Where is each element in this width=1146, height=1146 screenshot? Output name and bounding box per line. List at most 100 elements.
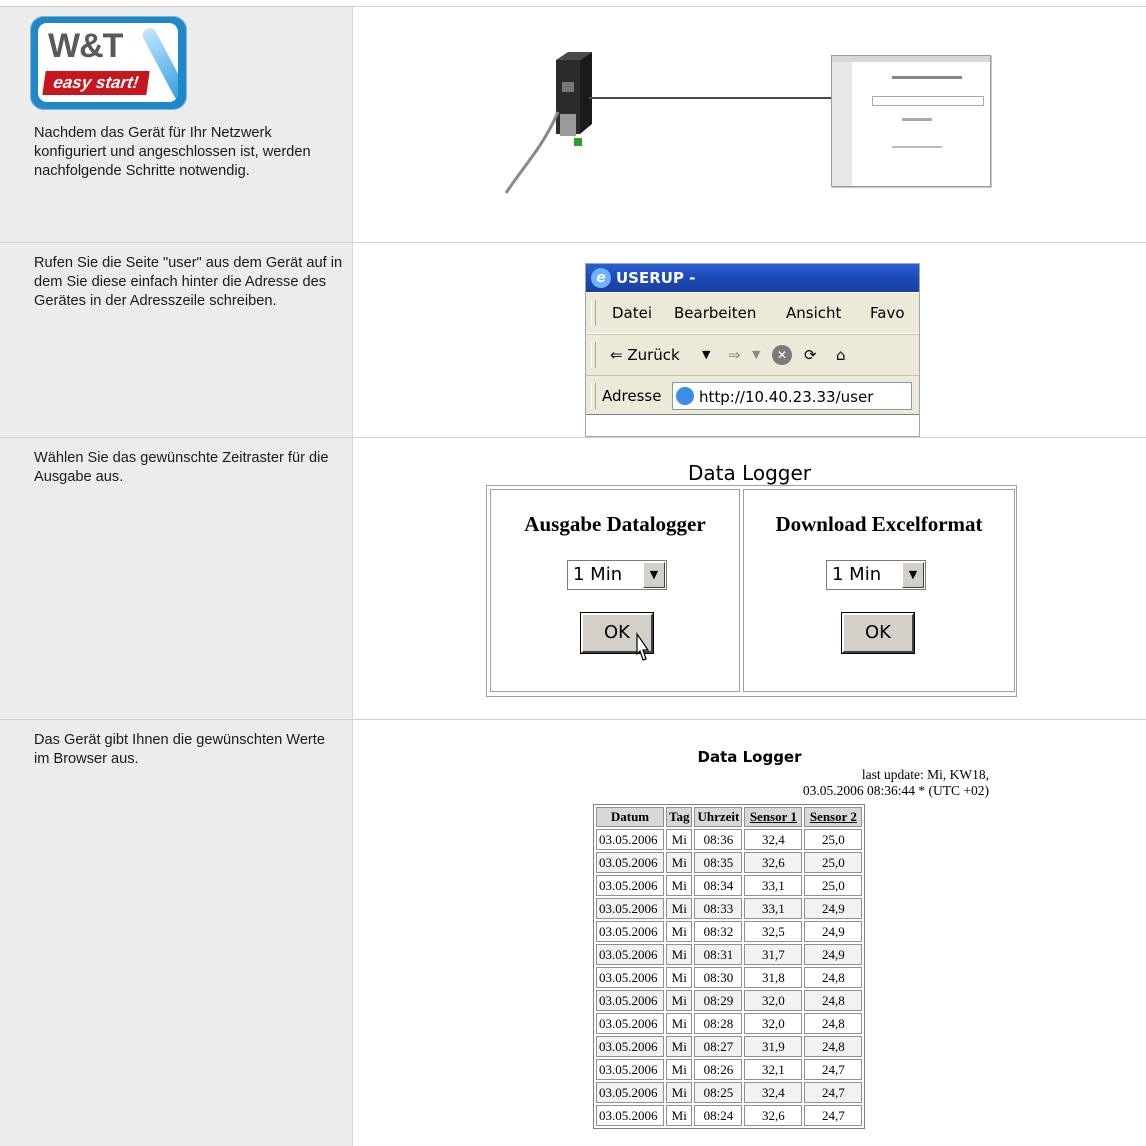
- table-cell: 03.05.2006: [596, 1082, 664, 1103]
- table-cell: Mi: [666, 944, 693, 965]
- column-header-sensor1[interactable]: Sensor 1: [744, 807, 803, 827]
- table-cell: Mi: [666, 852, 693, 873]
- address-label: Adresse: [602, 387, 662, 405]
- dropdown-arrow-icon[interactable]: ▼: [643, 562, 665, 588]
- step-row-4: Das Gerät gibt Ihnen die gewünschten Wer…: [0, 719, 1146, 1146]
- table-cell: 24,7: [804, 1059, 863, 1080]
- instruction-grid: W&T easy start! Nachdem das Gerät für Ih…: [0, 0, 1146, 1146]
- table-cell: 03.05.2006: [596, 898, 664, 919]
- browser-menubar: Datei Bearbeiten Ansicht Favo: [586, 292, 919, 334]
- last-update-label: last update: Mi, KW18,: [861, 767, 989, 782]
- table-cell: 24,9: [804, 944, 863, 965]
- step-illustration-cell: e USERUP - Datei Bearbeiten Ansicht Favo…: [353, 243, 1146, 437]
- table-row: 03.05.2006 Mi 08:31 31,7 24,9: [596, 944, 863, 965]
- forward-arrow-icon[interactable]: ⇒: [728, 335, 741, 375]
- table-cell: 33,1: [744, 875, 803, 896]
- table-cell: 08:27: [694, 1036, 743, 1057]
- step-row-3: Wählen Sie das gewünschte Zeitraster für…: [0, 437, 1146, 719]
- table-cell: 24,8: [804, 967, 863, 988]
- table-cell: 08:29: [694, 990, 743, 1011]
- table-cell: Mi: [666, 967, 693, 988]
- menu-item-bearbeiten[interactable]: Bearbeiten: [674, 293, 756, 333]
- table-cell: 32,5: [744, 921, 803, 942]
- table-cell: 08:26: [694, 1059, 743, 1080]
- table-cell: 08:36: [694, 829, 743, 850]
- browser-content-area: [586, 414, 919, 436]
- browser-toolbar: ⇐ Zurück ▼ ⇒ ▼ ✕ ⟳ ⌂: [586, 334, 919, 375]
- table-cell: 03.05.2006: [596, 1013, 664, 1034]
- table-cell: Mi: [666, 990, 693, 1011]
- panel-heading: Ausgabe Datalogger: [524, 512, 706, 536]
- table-cell: 32,6: [744, 1105, 803, 1126]
- interval-select[interactable]: 1 Min ▼: [826, 560, 926, 590]
- step-description-cell: Das Gerät gibt Ihnen die gewünschten Wer…: [0, 720, 353, 1146]
- table-row: 03.05.2006 Mi 08:34 33,1 25,0: [596, 875, 863, 896]
- table-cell: 03.05.2006: [596, 944, 664, 965]
- address-input[interactable]: http://10.40.23.33/user: [672, 382, 912, 410]
- logo-brand-text: W&T: [48, 27, 123, 65]
- step-text: Das Gerät gibt Ihnen die gewünschten Wer…: [34, 732, 325, 767]
- step-row-1: W&T easy start! Nachdem das Gerät für Ih…: [0, 6, 1146, 242]
- table-cell: 08:35: [694, 852, 743, 873]
- table-row: 03.05.2006 Mi 08:25 32,4 24,7: [596, 1082, 863, 1103]
- table-cell: 25,0: [804, 852, 863, 873]
- table-cell: 24,7: [804, 1082, 863, 1103]
- stop-icon[interactable]: ✕: [772, 345, 792, 365]
- menu-item-favoriten[interactable]: Favo: [870, 293, 905, 333]
- table-cell: 03.05.2006: [596, 967, 664, 988]
- table-cell: 25,0: [804, 875, 863, 896]
- dropdown-arrow-icon[interactable]: ▼: [902, 562, 924, 588]
- table-cell: 03.05.2006: [596, 852, 664, 873]
- panel-heading: Download Excelformat: [775, 512, 983, 536]
- table-cell: 31,9: [744, 1036, 803, 1057]
- table-cell: 32,0: [744, 990, 803, 1011]
- table-cell: Mi: [666, 875, 693, 896]
- back-button[interactable]: ⇐ Zurück: [610, 335, 680, 375]
- cable-line-icon: [504, 111, 560, 194]
- back-dropdown-icon[interactable]: ▼: [702, 335, 710, 375]
- table-row: 03.05.2006 Mi 08:33 33,1 24,9: [596, 898, 863, 919]
- table-cell: Mi: [666, 1082, 693, 1103]
- data-table-body: 03.05.2006 Mi 08:36 32,4 25,0 03.05.2006 Mi 08:…: [596, 829, 863, 1126]
- table-row: 03.05.2006 Mi 08:29 32,0 24,8: [596, 990, 863, 1011]
- forward-dropdown-icon[interactable]: ▼: [752, 335, 760, 375]
- browser-window: e USERUP - Datei Bearbeiten Ansicht Favo…: [585, 263, 920, 437]
- table-cell: 08:24: [694, 1105, 743, 1126]
- download-excel-panel: Download Excelformat 1 Min ▼ OK: [743, 489, 1015, 692]
- step-description-cell: Wählen Sie das gewünschte Zeitraster für…: [0, 438, 353, 719]
- step-text: Rufen Sie die Seite "user" aus dem Gerät…: [34, 255, 343, 309]
- table-cell: 31,8: [744, 967, 803, 988]
- home-icon[interactable]: ⌂: [836, 335, 846, 375]
- refresh-icon[interactable]: ⟳: [804, 335, 817, 375]
- table-row: 03.05.2006 Mi 08:32 32,5 24,9: [596, 921, 863, 942]
- table-cell: 08:25: [694, 1082, 743, 1103]
- table-row: 03.05.2006 Mi 08:26 32,1 24,7: [596, 1059, 863, 1080]
- address-value: http://10.40.23.33/user: [699, 388, 874, 406]
- table-cell: 32,1: [744, 1059, 803, 1080]
- ie-icon: e: [591, 268, 611, 288]
- menu-item-ansicht[interactable]: Ansicht: [786, 293, 841, 333]
- window-title: USERUP -: [616, 269, 696, 287]
- table-cell: 24,8: [804, 1013, 863, 1034]
- table-row: 03.05.2006 Mi 08:27 31,9 24,8: [596, 1036, 863, 1057]
- last-update-timestamp: 03.05.2006 08:36:44 * (UTC +02): [802, 783, 989, 798]
- select-value: 1 Min: [832, 564, 882, 585]
- step-text: Nachdem das Gerät für Ihr Netzwerk konfi…: [34, 125, 311, 179]
- table-cell: 08:32: [694, 921, 743, 942]
- table-cell: 03.05.2006: [596, 829, 664, 850]
- menu-item-datei[interactable]: Datei: [612, 293, 652, 333]
- table-cell: 24,9: [804, 898, 863, 919]
- table-cell: Mi: [666, 829, 693, 850]
- table-row: 03.05.2006 Mi 08:35 32,6 25,0: [596, 852, 863, 873]
- table-cell: 32,4: [744, 1082, 803, 1103]
- browser-preview-image: [831, 55, 991, 187]
- mouse-cursor-icon: [636, 632, 650, 661]
- ok-button[interactable]: OK: [842, 613, 914, 653]
- datalogger-form: Ausgabe Datalogger 1 Min ▼ OK Download E…: [486, 485, 1017, 697]
- interval-select[interactable]: 1 Min ▼: [567, 560, 667, 590]
- table-cell: 03.05.2006: [596, 1059, 664, 1080]
- page-icon: [676, 387, 694, 405]
- table-cell: 08:31: [694, 944, 743, 965]
- table-cell: 31,7: [744, 944, 803, 965]
- column-header-sensor2[interactable]: Sensor 2: [804, 807, 863, 827]
